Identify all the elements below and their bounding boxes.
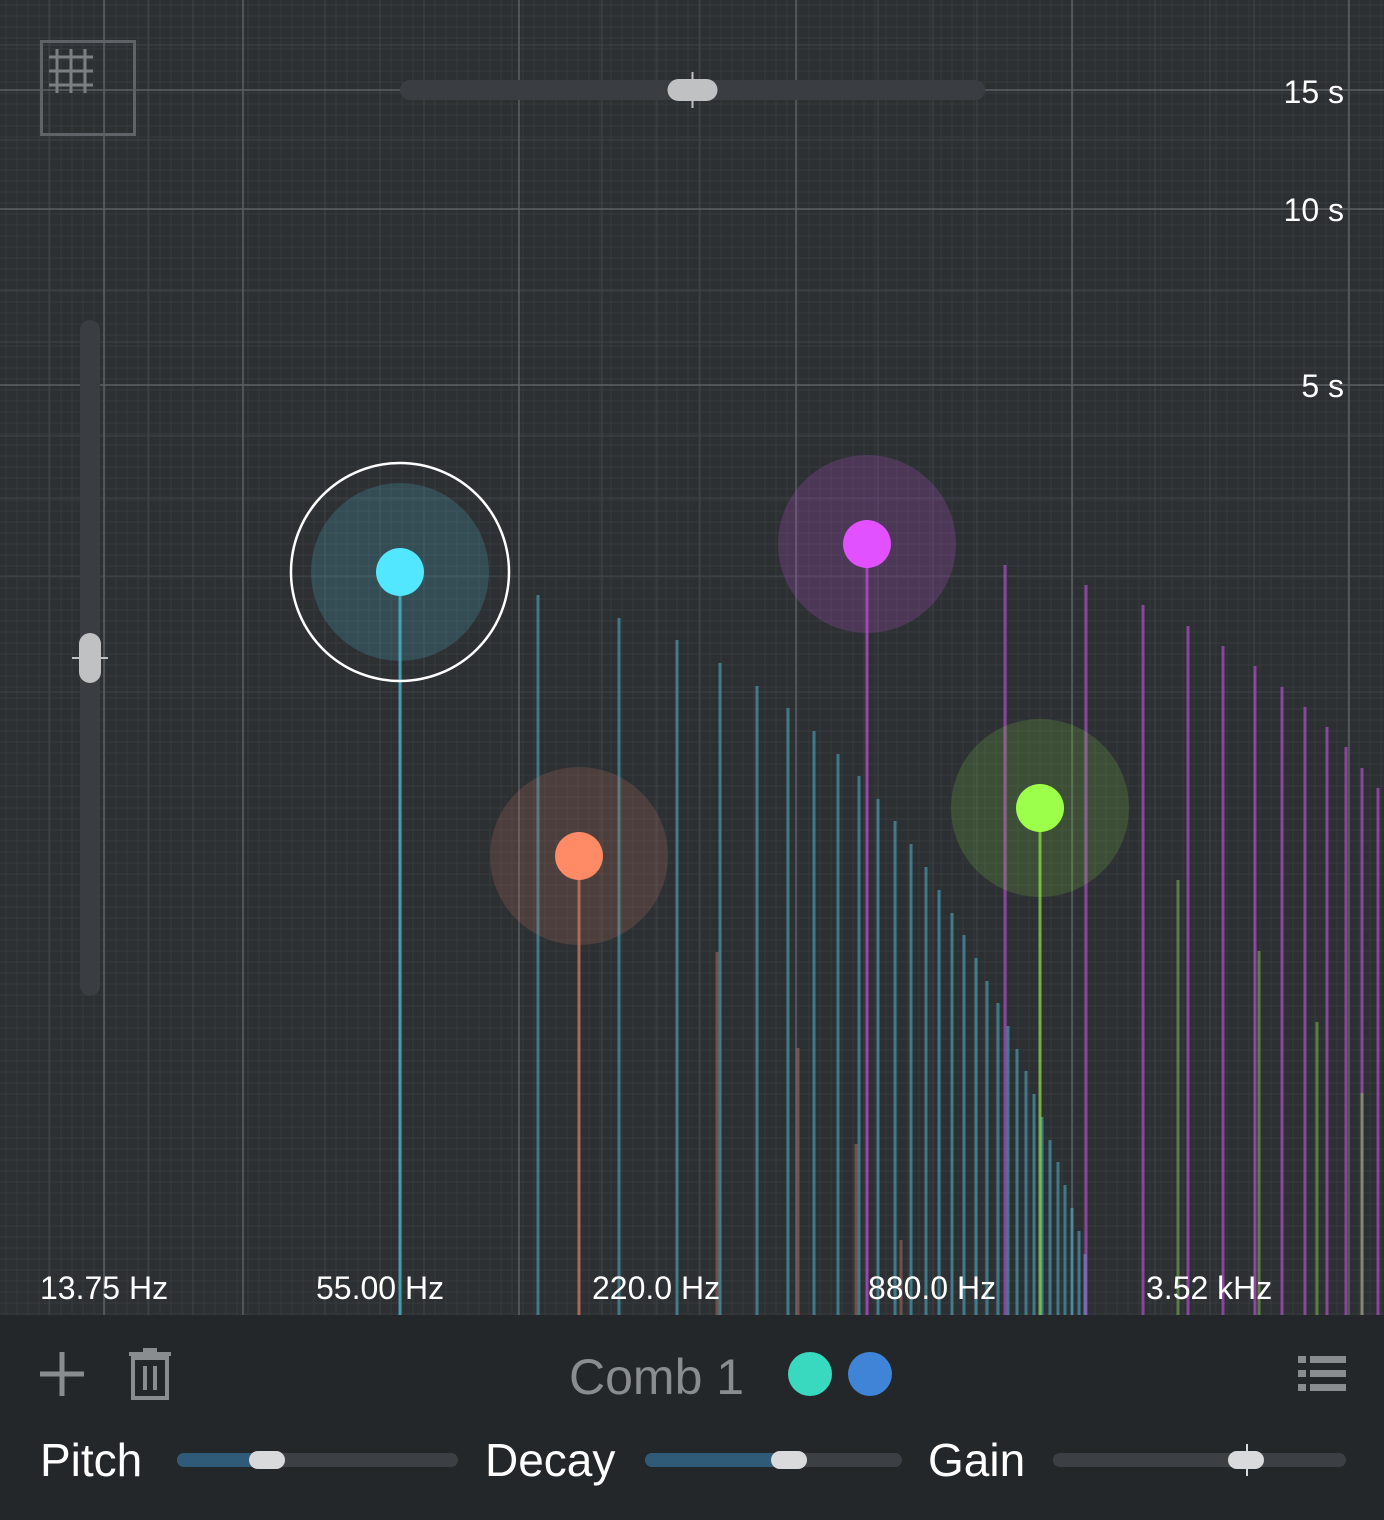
freq-label-55hz: 55.00 Hz bbox=[316, 1270, 445, 1306]
gain-label: Gain bbox=[928, 1434, 1026, 1486]
time-label-15s: 15 s bbox=[1283, 74, 1344, 110]
pitch-label: Pitch bbox=[40, 1434, 143, 1486]
pitch-slider[interactable] bbox=[177, 1451, 458, 1469]
time-label-10s: 10 s bbox=[1283, 192, 1344, 228]
plus-icon bbox=[40, 1352, 84, 1396]
pitch-slider-thumb[interactable] bbox=[248, 1451, 285, 1469]
grid-icon bbox=[49, 49, 93, 93]
trash-icon bbox=[129, 1348, 171, 1400]
bottom-panel bbox=[0, 1315, 1384, 1520]
orange-node[interactable] bbox=[555, 832, 603, 880]
color-dot-teal[interactable] bbox=[788, 1352, 832, 1396]
grid-toggle-button[interactable] bbox=[40, 40, 136, 136]
list-button[interactable] bbox=[1298, 1354, 1346, 1399]
list-icon bbox=[1298, 1356, 1346, 1391]
spectrum-canvas[interactable] bbox=[0, 0, 1384, 1315]
time-label-5s: 5 s bbox=[1301, 368, 1344, 404]
gain-center-tick bbox=[1246, 1444, 1248, 1476]
gain-slider[interactable] bbox=[1053, 1444, 1346, 1476]
freq-label-3k: 3.52 kHz bbox=[1146, 1270, 1273, 1306]
magenta-node[interactable] bbox=[843, 520, 891, 568]
decay-slider-fill bbox=[645, 1453, 789, 1467]
delete-button[interactable] bbox=[127, 1348, 173, 1405]
add-button[interactable] bbox=[38, 1350, 86, 1403]
cyan-node[interactable] bbox=[376, 548, 424, 596]
freq-label-880hz: 880.0 Hz bbox=[868, 1270, 997, 1306]
lime-node[interactable] bbox=[1016, 784, 1064, 832]
decay-label: Decay bbox=[485, 1434, 616, 1486]
decay-slider[interactable] bbox=[645, 1451, 902, 1469]
model-title[interactable]: Comb 1 bbox=[569, 1348, 744, 1406]
spectrum-plot[interactable]: 13.75 Hz 55.00 Hz 220.0 Hz 880.0 Hz 3.52… bbox=[0, 0, 1384, 1315]
decay-slider-thumb[interactable] bbox=[770, 1451, 807, 1469]
freq-label-13hz: 13.75 Hz bbox=[40, 1270, 169, 1306]
freq-label-220hz: 220.0 Hz bbox=[592, 1270, 721, 1306]
color-dot-blue[interactable] bbox=[848, 1352, 892, 1396]
